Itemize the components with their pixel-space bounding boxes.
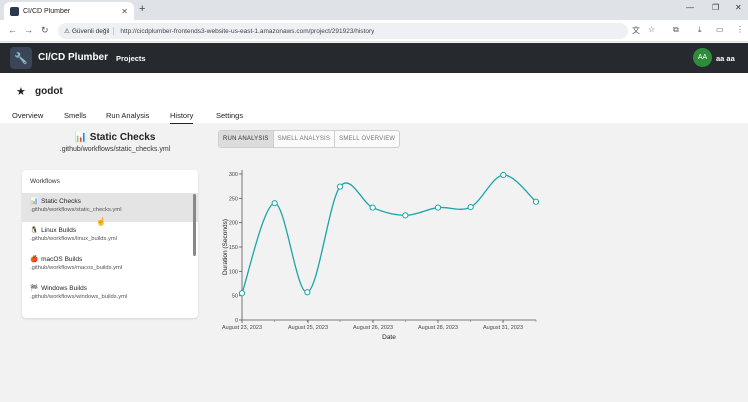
workflow-item-macos-builds[interactable]: 🍎 macOS Builds .github/workflows/macos_bu… — [22, 251, 198, 280]
tab-overview[interactable]: Overview — [12, 111, 43, 120]
toggle-smell-overview[interactable]: SMELL OVERVIEW — [335, 131, 399, 147]
avatar[interactable]: AA — [693, 48, 712, 67]
x-tick-label: August 23, 2023 — [222, 325, 262, 331]
workflows-list-header: Workflows — [30, 178, 60, 185]
penguin-icon: 🐧 — [30, 227, 39, 234]
security-indicator[interactable]: ⚠ Güvenli değil — [64, 27, 115, 35]
selected-workflow-header: 📊 Static Checks .github/workflows/static… — [20, 132, 210, 153]
workflow-item-static-checks[interactable]: 📊 Static Checks .github/workflows/static_… — [22, 193, 198, 222]
x-tick-label: August 28, 2023 — [418, 325, 458, 331]
data-point — [532, 198, 540, 205]
cursor-icon: ☝ — [96, 217, 106, 226]
tab-history[interactable]: History — [170, 111, 194, 124]
tab-settings[interactable]: Settings — [216, 111, 243, 120]
y-tick-label: 50 — [232, 294, 238, 300]
workflow-item-file: .github/workflows/linux_builds.yml — [30, 236, 117, 242]
nav-projects-link[interactable]: Projects — [116, 54, 146, 63]
browser-tabstrip: CI/CD Plumber ✕ + — ❐ ✕ — [0, 0, 748, 20]
x-tick-label: August 25, 2023 — [288, 325, 328, 331]
workflow-item-file: .github/workflows/macos_builds.yml — [30, 265, 123, 271]
view-toggle: RUN ANALYSIS SMELL ANALYSIS SMELL OVERVI… — [218, 130, 401, 148]
data-point — [500, 171, 507, 179]
data-point — [402, 212, 409, 219]
data-point — [238, 290, 246, 297]
workflow-item-linux-builds[interactable]: 🐧 Linux Builds .github/workflows/linux_bu… — [22, 222, 198, 251]
download-icon[interactable]: ⤓ — [698, 25, 702, 35]
data-point — [467, 203, 474, 211]
app-header: 🔧 CI/CD Plumber Projects AA aa aa — [0, 43, 748, 73]
address-bar[interactable]: ⚠ Güvenli değil http://cicdplumber-front… — [58, 23, 628, 39]
y-tick-label: 100 — [229, 269, 238, 275]
bookmark-star-icon[interactable]: ☆ — [648, 25, 655, 34]
workflow-item-windows-builds[interactable]: 🏁 Windows Builds .github/workflows/window… — [22, 280, 198, 309]
minimize-icon[interactable]: — — [686, 3, 694, 12]
toggle-run-analysis[interactable]: RUN ANALYSIS — [219, 131, 274, 147]
browser-tab[interactable]: CI/CD Plumber ✕ — [4, 2, 134, 20]
y-tick-label: 150 — [229, 245, 238, 251]
tab-title: CI/CD Plumber — [23, 7, 71, 15]
workflow-item-name: macOS Builds — [41, 255, 83, 263]
forward-icon[interactable]: → — [24, 25, 33, 35]
y-tick-label: 0 — [235, 318, 238, 324]
translate-icon[interactable]: 文 — [632, 25, 640, 36]
close-window-icon[interactable]: ✕ — [735, 3, 742, 12]
security-label: Güvenli değil — [71, 27, 110, 35]
workflow-item-name: Linux Builds — [41, 226, 77, 234]
data-point — [369, 204, 376, 211]
data-point — [336, 183, 344, 190]
y-tick-label: 250 — [229, 196, 238, 202]
favicon-icon — [10, 6, 19, 16]
y-tick-label: 200 — [229, 221, 238, 227]
user-name[interactable]: aa aa — [716, 54, 735, 63]
menu-icon[interactable]: ⋮ — [736, 25, 744, 34]
split-view-icon[interactable]: ▭ — [716, 25, 724, 34]
brand-name[interactable]: CI/CD Plumber — [38, 52, 108, 63]
x-tick-label: August 26, 2023 — [353, 325, 393, 331]
url-text: http://cicdplumber-frontends3-website-us… — [120, 27, 375, 35]
warning-icon: ⚠ — [64, 28, 70, 35]
y-tick-label: 300 — [229, 172, 238, 178]
data-point — [304, 289, 311, 296]
tab-run-analysis[interactable]: Run Analysis — [106, 111, 149, 120]
workflow-path: .github/workflows/static_checks.yml — [59, 146, 171, 153]
back-icon[interactable]: ← — [8, 25, 17, 35]
browser-toolbar: ← → ↻ ⚠ Güvenli değil http://cicdplumber… — [0, 20, 748, 42]
duration-line-chart: 0 50 100 150 200 250 300 August 23, 2023 August … — [222, 170, 540, 341]
close-tab-icon[interactable]: ✕ — [121, 7, 128, 16]
data-point — [271, 200, 278, 207]
reload-icon[interactable]: ↻ — [41, 25, 49, 36]
extensions-icon[interactable]: ⧉ — [673, 25, 679, 35]
flag-icon: 🏁 — [30, 285, 39, 292]
maximize-icon[interactable]: ❐ — [712, 3, 719, 12]
toggle-smell-analysis[interactable]: SMELL ANALYSIS — [274, 131, 336, 147]
project-name: godot — [35, 86, 63, 97]
list-scrollbar[interactable] — [193, 194, 196, 256]
workflow-item-name: Static Checks — [41, 197, 81, 205]
tab-smells[interactable]: Smells — [64, 111, 87, 120]
new-tab-icon[interactable]: + — [139, 3, 145, 15]
workflow-item-file: .github/workflows/static_checks.yml — [30, 207, 122, 213]
workflows-list: Workflows 📊 Static Checks .github/workflo… — [22, 170, 198, 318]
project-header: ★ godot Overview Smells Run Analysis His… — [0, 73, 748, 124]
y-axis-label: Duration (Seconds) — [222, 219, 229, 275]
x-tick-label: August 31, 2023 — [483, 325, 523, 331]
apple-icon: 🍎 — [30, 256, 39, 263]
workflow-item-name: Windows Builds — [41, 284, 87, 292]
plumber-logo-icon[interactable]: 🔧 — [10, 47, 32, 69]
chart-icon: 📊 — [30, 198, 39, 205]
workflow-title: 📊 Static Checks — [74, 132, 156, 143]
favorite-star-icon[interactable]: ★ — [16, 85, 26, 98]
x-axis-label: Date — [382, 334, 396, 341]
data-point — [434, 204, 442, 211]
workflow-item-file: .github/workflows/windows_builds.yml — [30, 294, 128, 300]
series-line — [241, 174, 537, 294]
